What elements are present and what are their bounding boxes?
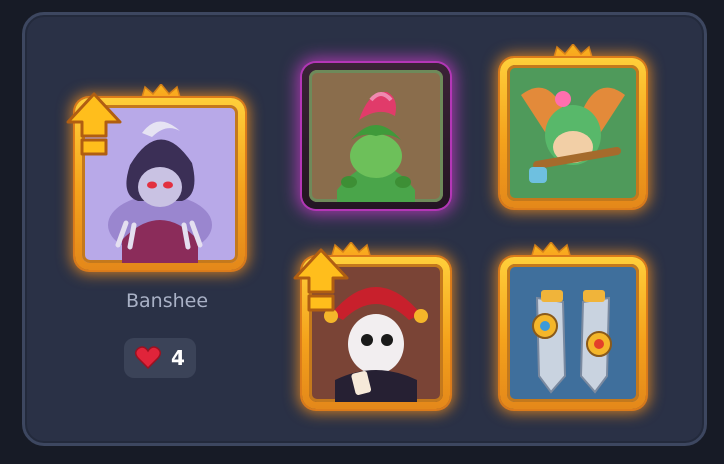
blade-dancer-portrait: [532, 290, 612, 394]
dryad-portrait: [337, 91, 415, 202]
hero-name: Banshee: [125, 290, 209, 312]
likes-count: 4: [171, 346, 185, 370]
upgrade-arrow-icon: [293, 248, 349, 312]
hero-card-forest-elf[interactable]: [500, 58, 646, 208]
hero-card-blade-dancer[interactable]: [500, 257, 646, 409]
upgrade-arrow-icon: [66, 92, 122, 156]
forest-elf-portrait: [521, 87, 625, 183]
likes-badge[interactable]: 4: [124, 338, 196, 378]
hero-card-dryad[interactable]: [302, 63, 450, 209]
heart-icon: [135, 346, 162, 370]
